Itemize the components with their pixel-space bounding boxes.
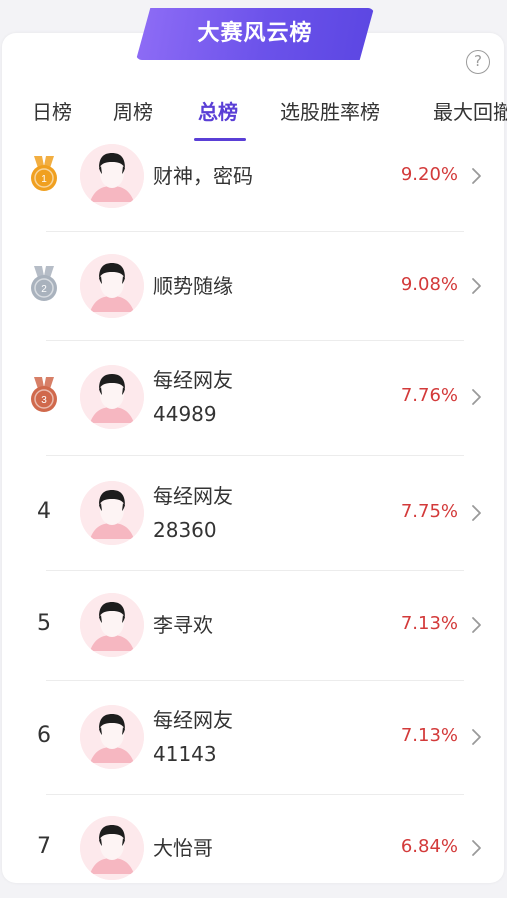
chevron-right-icon[interactable] xyxy=(470,615,484,635)
avatar[interactable] xyxy=(80,593,144,657)
rank-number: 5 xyxy=(37,611,51,636)
avatar[interactable] xyxy=(80,816,144,880)
return-percentage: 7.13% xyxy=(400,725,458,746)
participant-name-line1: 每经网友 xyxy=(153,708,233,732)
participant-name: 顺势随缘 xyxy=(153,274,233,298)
avatar[interactable] xyxy=(80,144,144,208)
medal-number: 1 xyxy=(41,174,47,185)
return-percentage: 6.84% xyxy=(400,836,458,857)
chevron-right-icon[interactable] xyxy=(470,727,484,747)
medal-number: 3 xyxy=(41,395,47,406)
rank-number: 7 xyxy=(37,834,51,859)
banner-title: 大赛风云榜 xyxy=(197,21,313,46)
tab-weekly[interactable]: 周榜 xyxy=(113,96,153,125)
return-percentage: 7.13% xyxy=(400,613,458,634)
chevron-right-icon[interactable] xyxy=(470,503,484,523)
gold-medal-icon: 1 xyxy=(28,154,60,194)
bronze-medal-icon: 3 xyxy=(28,375,60,415)
tab-daily[interactable]: 日榜 xyxy=(32,96,72,125)
participant-name: 每经网友 41143 xyxy=(153,703,233,771)
row-divider xyxy=(46,570,464,571)
help-icon[interactable]: ? xyxy=(466,50,490,74)
chevron-right-icon[interactable] xyxy=(470,838,484,858)
leaderboard-banner: 大赛风云榜 xyxy=(136,8,374,60)
row-divider xyxy=(46,680,464,681)
rank-number: 6 xyxy=(37,723,51,748)
row-divider xyxy=(46,340,464,341)
ranking-tabs: 日榜 周榜 总榜 选股胜率榜 最大回撤 xyxy=(0,96,507,126)
participant-name: 大怡哥 xyxy=(153,836,213,860)
return-percentage: 9.08% xyxy=(400,274,458,295)
medal-number: 2 xyxy=(41,284,47,295)
participant-name-line2: 41143 xyxy=(153,742,217,766)
row-divider xyxy=(46,794,464,795)
chevron-right-icon[interactable] xyxy=(470,387,484,407)
return-percentage: 9.20% xyxy=(400,164,458,185)
avatar[interactable] xyxy=(80,705,144,769)
participant-name-line2: 28360 xyxy=(153,518,217,542)
row-divider xyxy=(46,455,464,456)
participant-name: 每经网友 44989 xyxy=(153,363,233,431)
participant-name-line2: 44989 xyxy=(153,402,217,426)
avatar[interactable] xyxy=(80,481,144,545)
silver-medal-icon: 2 xyxy=(28,264,60,304)
participant-name: 李寻欢 xyxy=(153,613,213,637)
return-percentage: 7.75% xyxy=(400,501,458,522)
tab-overall[interactable]: 总榜 xyxy=(198,96,238,125)
chevron-right-icon[interactable] xyxy=(470,166,484,186)
tab-win-rate[interactable]: 选股胜率榜 xyxy=(280,96,380,125)
avatar[interactable] xyxy=(80,365,144,429)
avatar[interactable] xyxy=(80,254,144,318)
chevron-right-icon[interactable] xyxy=(470,276,484,296)
participant-name-line1: 每经网友 xyxy=(153,484,233,508)
participant-name: 财神，密码 xyxy=(153,164,253,188)
participant-name-line1: 每经网友 xyxy=(153,368,233,392)
row-divider xyxy=(46,231,464,232)
return-percentage: 7.76% xyxy=(400,385,458,406)
participant-name: 每经网友 28360 xyxy=(153,479,233,547)
tab-max-drawdown[interactable]: 最大回撤 xyxy=(433,96,507,125)
rank-number: 4 xyxy=(37,499,51,524)
